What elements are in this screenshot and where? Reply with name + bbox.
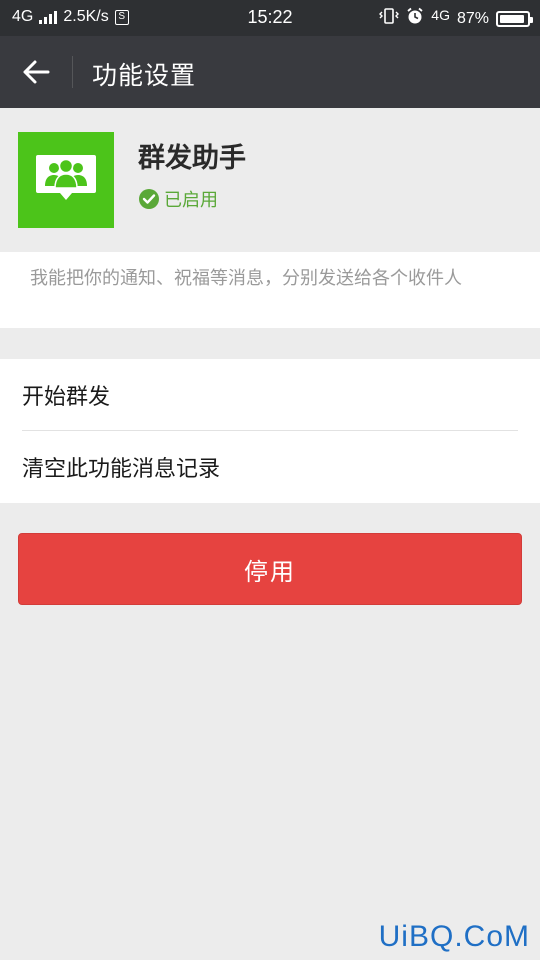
nav-divider xyxy=(72,56,73,88)
battery-icon xyxy=(496,10,533,27)
feature-name: 群发助手 xyxy=(138,143,246,174)
network-type-right: 4G xyxy=(431,6,450,23)
disable-button[interactable]: 停用 xyxy=(18,533,522,605)
alarm-icon xyxy=(406,7,424,30)
feature-description: 我能把你的通知、祝福等消息，分别发送给各个收件人 xyxy=(30,268,462,289)
battery-percent: 87% xyxy=(456,9,489,27)
nav-bar: 功能设置 xyxy=(0,36,540,108)
back-button[interactable] xyxy=(14,52,58,92)
menu-list: 开始群发 清空此功能消息记录 xyxy=(0,359,540,503)
check-circle-icon xyxy=(139,189,159,209)
page-title: 功能设置 xyxy=(92,61,197,90)
menu-item-clear-history[interactable]: 清空此功能消息记录 xyxy=(0,431,540,503)
status-badge: 已启用 xyxy=(138,186,218,212)
arrow-left-icon xyxy=(23,60,50,84)
vibrate-icon xyxy=(379,8,400,29)
description-section: 我能把你的通知、祝福等消息，分别发送给各个收件人 xyxy=(0,252,540,328)
status-bar: 4G 2.5K/s S 15:22 4G 87% xyxy=(0,0,540,36)
menu-item-label: 开始群发 xyxy=(22,385,111,410)
feature-header: 群发助手 已启用 xyxy=(0,108,540,252)
feature-icon-tile xyxy=(18,132,114,228)
status-text: 已启用 xyxy=(164,190,218,211)
group-chat-icon xyxy=(36,155,96,200)
menu-item-label: 清空此功能消息记录 xyxy=(22,457,221,482)
status-right: 4G 87% xyxy=(379,6,533,30)
menu-item-start-broadcast[interactable]: 开始群发 xyxy=(0,359,540,431)
watermark: UiBQ.CoM xyxy=(378,920,530,953)
